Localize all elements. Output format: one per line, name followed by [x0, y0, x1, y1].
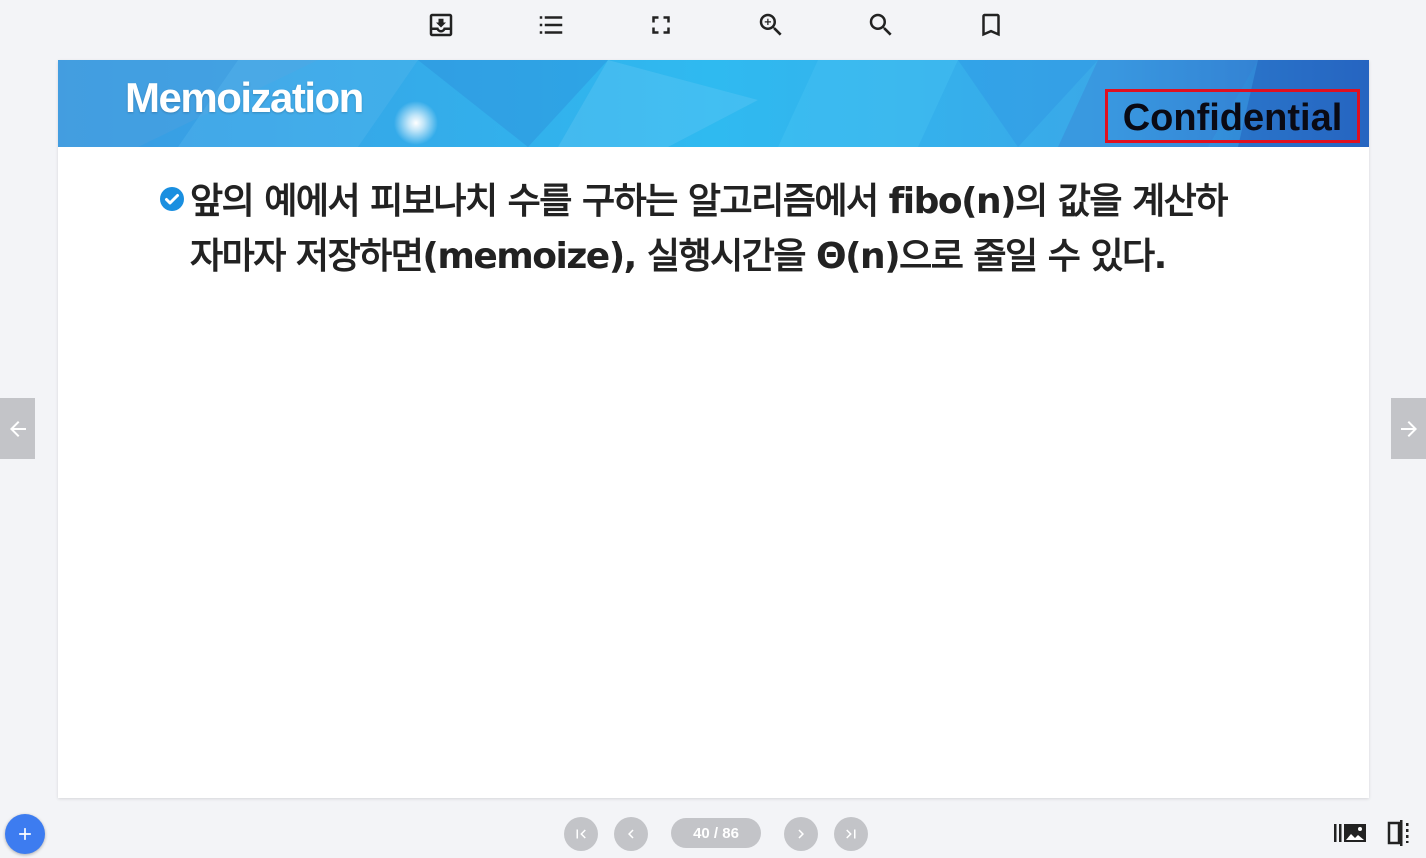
table-of-contents-button[interactable]	[534, 8, 568, 42]
chevron-right-icon	[798, 829, 804, 839]
zoom-in-icon	[759, 13, 782, 36]
bullet-text: 앞의 예에서 피보나치 수를 구하는 알고리즘에서 fibo(n)의 값을 계산…	[190, 181, 1228, 277]
plus-icon	[19, 828, 31, 840]
fullscreen-button[interactable]	[644, 8, 678, 42]
toc-list-icon	[539, 16, 563, 34]
first-page-icon	[576, 829, 586, 839]
add-button[interactable]	[5, 814, 45, 854]
check-circle-icon	[160, 187, 184, 211]
last-page-button[interactable]	[834, 817, 868, 851]
zoom-in-button[interactable]	[754, 8, 788, 42]
thumbnails-icon	[1334, 824, 1366, 842]
download-button[interactable]	[424, 8, 458, 42]
bookmark-button[interactable]	[974, 8, 1008, 42]
top-toolbar	[0, 0, 1426, 50]
slide-header-banner: Memoization Confidential	[58, 60, 1369, 147]
search-icon	[869, 13, 892, 36]
previous-page-button[interactable]	[614, 817, 648, 851]
bottom-bar: 40 / 86	[0, 808, 1426, 858]
chevron-left-icon	[628, 829, 634, 839]
next-page-button[interactable]	[784, 817, 818, 851]
last-page-icon	[846, 829, 856, 839]
page-indicator[interactable]: 40 / 86	[671, 818, 761, 848]
download-icon	[429, 13, 453, 37]
arrow-left-icon	[9, 420, 26, 437]
fullscreen-icon	[652, 16, 670, 34]
bookmark-icon	[982, 13, 1000, 37]
first-page-button[interactable]	[564, 817, 598, 851]
previous-page-side-button[interactable]	[0, 398, 35, 459]
page-view-toggle-button[interactable]	[1383, 816, 1419, 850]
thumbnails-button[interactable]	[1332, 816, 1368, 850]
slide-page: Memoization Confidential 앞의 예에서 피보나치 수를 …	[58, 60, 1369, 798]
arrow-right-icon	[1400, 420, 1417, 437]
next-page-side-button[interactable]	[1391, 398, 1426, 459]
slide-title: Memoization	[125, 74, 364, 121]
split-view-icon	[1387, 820, 1409, 846]
confidential-stamp: Confidential	[1105, 89, 1360, 143]
search-button[interactable]	[864, 8, 898, 42]
